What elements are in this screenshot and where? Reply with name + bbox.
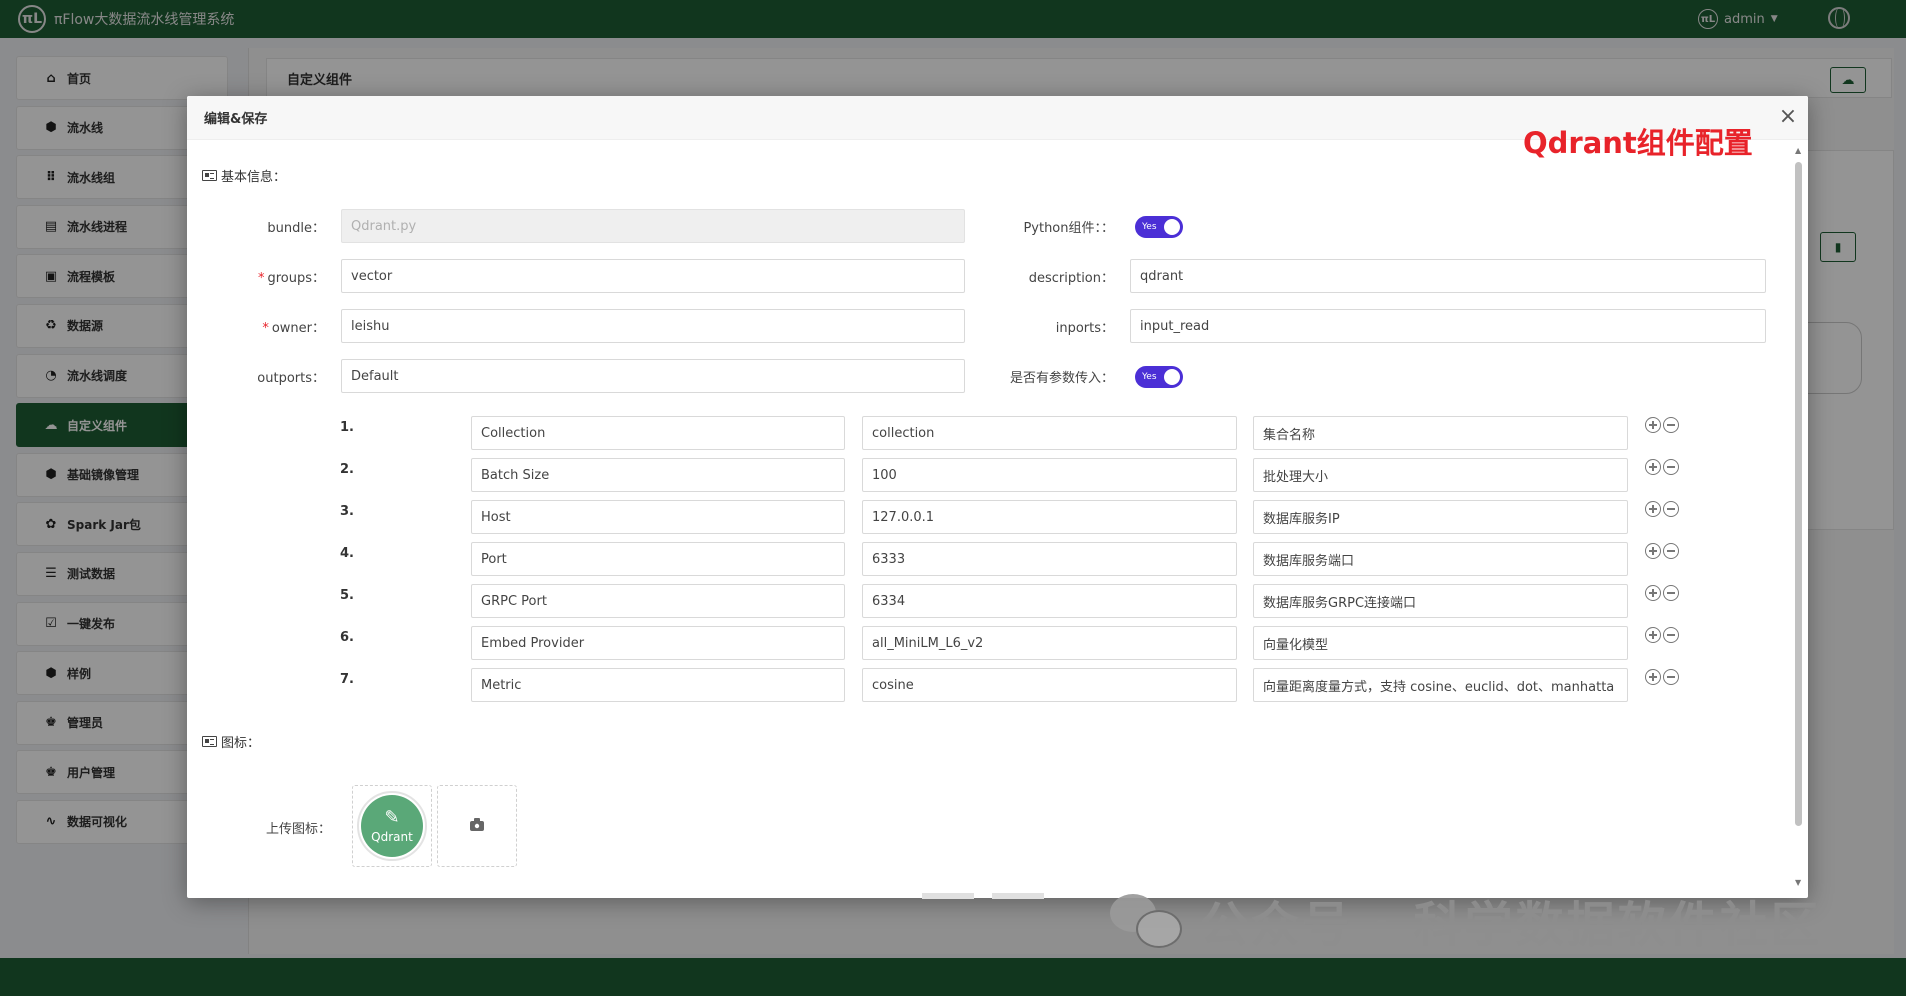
icon-heading: 图标： [202, 732, 260, 751]
wechat-icon [1110, 890, 1184, 950]
qdrant-icon-text: Qdrant [371, 830, 413, 844]
param-row-number: 3. [340, 504, 354, 519]
param-desc-input[interactable] [1253, 542, 1628, 576]
params-toggle-text: Yes [1142, 372, 1157, 382]
param-desc-input[interactable] [1253, 416, 1628, 450]
param-name-input[interactable] [471, 500, 845, 534]
close-icon[interactable]: × [1776, 105, 1800, 129]
groups-input[interactable] [341, 259, 965, 293]
param-row-actions [1645, 669, 1679, 685]
groups-label: * groups： [207, 267, 325, 286]
param-row-number: 6. [340, 630, 354, 645]
add-row-plus-icon[interactable] [1645, 543, 1661, 559]
remove-row-minus-icon[interactable] [1663, 417, 1679, 433]
basic-info-heading: 基本信息： [202, 166, 286, 185]
remove-row-minus-icon[interactable] [1663, 627, 1679, 643]
param-name-input[interactable] [471, 584, 845, 618]
toggle-knob [1164, 219, 1180, 235]
scroll-up-arrow-icon[interactable]: ▲ [1795, 146, 1801, 155]
inports-label: inports： [1055, 321, 1114, 336]
toggle-knob [1164, 369, 1180, 385]
required-mark: * [262, 321, 269, 336]
outports-label: outports： [257, 371, 325, 386]
param-row-actions [1645, 459, 1679, 475]
groups-label-text: groups： [267, 271, 325, 286]
annotation-label: Qdrant组件配置 [1523, 126, 1753, 160]
description-input[interactable] [1130, 259, 1766, 293]
param-value-input[interactable] [862, 416, 1237, 450]
param-name-input[interactable] [471, 458, 845, 492]
param-name-input[interactable] [471, 416, 845, 450]
python-component-toggle[interactable]: Yes [1135, 216, 1183, 238]
param-value-input[interactable] [862, 500, 1237, 534]
add-row-plus-icon[interactable] [1645, 459, 1661, 475]
param-row-number: 4. [340, 546, 354, 561]
remove-row-minus-icon[interactable] [1663, 543, 1679, 559]
param-name-input[interactable] [471, 668, 845, 702]
camera-icon [470, 818, 484, 831]
remove-row-minus-icon[interactable] [1663, 669, 1679, 685]
remove-row-minus-icon[interactable] [1663, 585, 1679, 601]
background-button-stub [992, 893, 1044, 899]
param-row-actions [1645, 417, 1679, 433]
param-row-actions [1645, 543, 1679, 559]
add-row-plus-icon[interactable] [1645, 417, 1661, 433]
required-mark: * [257, 271, 265, 286]
add-row-plus-icon[interactable] [1645, 669, 1661, 685]
upload-icon-button[interactable] [437, 785, 517, 867]
edit-save-dialog: 编辑&保存 × Qdrant组件配置 ▲ ▼ 基本信息： bundle： Pyt… [187, 96, 1808, 898]
param-row-number: 2. [340, 462, 354, 477]
param-row-actions [1645, 627, 1679, 643]
pencil-icon: ✎ [384, 807, 400, 828]
param-value-input[interactable] [862, 584, 1237, 618]
current-icon-frame: ✎ Qdrant [352, 785, 432, 867]
param-name-input[interactable] [471, 542, 845, 576]
param-desc-input[interactable] [1253, 584, 1628, 618]
id-card-icon [202, 170, 217, 181]
param-value-input[interactable] [862, 458, 1237, 492]
param-desc-input[interactable] [1253, 500, 1628, 534]
param-row-actions [1645, 585, 1679, 601]
python-component-label: Python组件：： [1023, 221, 1114, 236]
owner-label-text: owner： [271, 321, 325, 336]
owner-input[interactable] [341, 309, 965, 343]
param-row-number: 7. [340, 672, 354, 687]
has-params-label: 是否有参数传入： [1009, 371, 1114, 386]
param-value-input[interactable] [862, 626, 1237, 660]
param-value-input[interactable] [862, 542, 1237, 576]
scrollbar-thumb[interactable] [1795, 162, 1802, 826]
add-row-plus-icon[interactable] [1645, 501, 1661, 517]
param-row-actions [1645, 501, 1679, 517]
param-row-number: 5. [340, 588, 354, 603]
watermark-text: 公众号 · 科学数据软件社区 [1200, 897, 1822, 953]
owner-label: * owner： [207, 317, 325, 336]
param-desc-input[interactable] [1253, 458, 1628, 492]
upload-icon-label: 上传图标： [266, 822, 332, 837]
has-params-toggle[interactable]: Yes [1135, 366, 1183, 388]
remove-row-minus-icon[interactable] [1663, 459, 1679, 475]
watermark: 公众号 · 科学数据软件社区 [1110, 885, 1822, 955]
param-desc-input[interactable] [1253, 668, 1628, 702]
basic-info-label: 基本信息： [221, 170, 287, 185]
python-toggle-text: Yes [1142, 222, 1157, 232]
qdrant-icon: ✎ Qdrant [357, 791, 427, 861]
inports-input[interactable] [1130, 309, 1766, 343]
add-row-plus-icon[interactable] [1645, 627, 1661, 643]
outports-input[interactable] [341, 359, 965, 393]
remove-row-minus-icon[interactable] [1663, 501, 1679, 517]
description-label: description： [1028, 271, 1114, 286]
param-value-input[interactable] [862, 668, 1237, 702]
param-row-number: 1. [340, 420, 354, 435]
bundle-input[interactable] [341, 209, 965, 243]
param-name-input[interactable] [471, 626, 845, 660]
qdrant-icon-badge: ✎ Qdrant [361, 795, 423, 857]
param-desc-input[interactable] [1253, 626, 1628, 660]
background-button-stub [922, 893, 974, 899]
bundle-label: bundle： [267, 221, 325, 236]
id-card-icon [202, 736, 217, 747]
add-row-plus-icon[interactable] [1645, 585, 1661, 601]
icon-section-label: 图标： [221, 736, 261, 751]
